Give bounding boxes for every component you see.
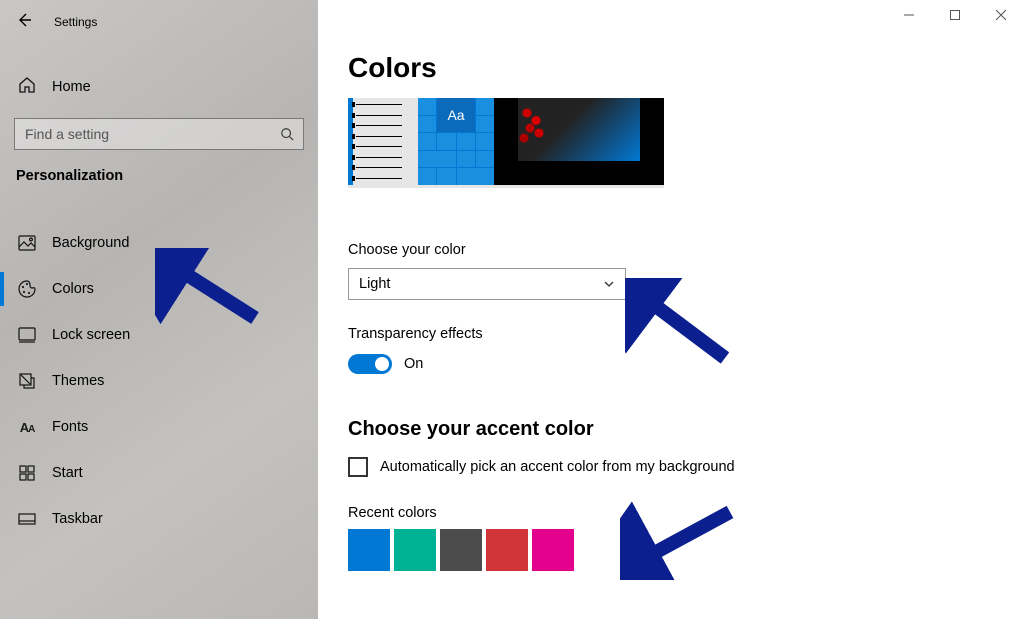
recent-color-swatch[interactable] — [532, 529, 574, 571]
sidebar-item-label: Lock screen — [52, 327, 130, 343]
chevron-down-icon — [603, 278, 615, 290]
minimize-icon — [903, 9, 915, 21]
recent-colors-label: Recent colors — [348, 505, 1000, 521]
preview-start-tiles: Aa — [418, 98, 494, 185]
sidebar-item-label: Background — [52, 235, 129, 251]
recent-color-swatch[interactable] — [440, 529, 482, 571]
recent-colors — [348, 529, 1000, 571]
search-input[interactable] — [14, 118, 304, 150]
image-icon — [18, 234, 36, 252]
lock-screen-icon — [18, 326, 36, 344]
palette-icon — [18, 280, 36, 298]
sidebar: Settings Home Personalization Background… — [0, 0, 318, 619]
sidebar-item-lock-screen[interactable]: Lock screen — [0, 312, 318, 358]
recent-color-swatch[interactable] — [394, 529, 436, 571]
minimize-button[interactable] — [886, 0, 932, 30]
sidebar-nav: Background Colors Lock screen Themes AA … — [0, 192, 318, 542]
sidebar-item-label: Colors — [52, 281, 94, 297]
sidebar-item-fonts[interactable]: AA Fonts — [0, 404, 318, 450]
preview-desktop — [494, 98, 664, 185]
auto-accent-checkbox[interactable] — [348, 457, 368, 477]
fonts-icon: AA — [18, 418, 36, 436]
sidebar-item-label: Start — [52, 465, 83, 481]
close-button[interactable] — [978, 0, 1024, 30]
color-preview: Aa — [348, 98, 664, 188]
sidebar-home[interactable]: Home — [0, 66, 318, 108]
home-label: Home — [52, 79, 91, 95]
sidebar-item-label: Fonts — [52, 419, 88, 435]
content-area: Colors Aa Choose your color Light — [318, 0, 1024, 619]
start-icon — [18, 464, 36, 482]
sidebar-item-label: Taskbar — [52, 511, 103, 527]
sidebar-item-taskbar[interactable]: Taskbar — [0, 496, 318, 542]
accent-title: Choose your accent color — [348, 418, 1000, 441]
color-mode-selected: Light — [359, 276, 390, 292]
page-title: Colors — [348, 52, 1000, 84]
search-wrap — [14, 118, 304, 150]
maximize-icon — [949, 9, 961, 21]
recent-color-swatch[interactable] — [486, 529, 528, 571]
maximize-button[interactable] — [932, 0, 978, 30]
themes-icon — [18, 372, 36, 390]
transparency-state: On — [404, 356, 423, 372]
sidebar-item-background[interactable]: Background — [0, 220, 318, 266]
sidebar-item-colors[interactable]: Colors — [0, 266, 318, 312]
window-controls — [886, 0, 1024, 30]
color-mode-dropdown[interactable]: Light — [348, 268, 626, 300]
close-icon — [995, 9, 1007, 21]
transparency-toggle[interactable] — [348, 354, 392, 374]
sidebar-item-label: Themes — [52, 373, 104, 389]
home-icon — [18, 76, 36, 98]
back-button[interactable] — [16, 12, 32, 32]
sidebar-item-start[interactable]: Start — [0, 450, 318, 496]
recent-color-swatch[interactable] — [348, 529, 390, 571]
section-label: Personalization — [0, 150, 318, 192]
preview-light-panel — [348, 98, 418, 185]
app-title: Settings — [54, 15, 97, 29]
sidebar-item-themes[interactable]: Themes — [0, 358, 318, 404]
taskbar-icon — [18, 510, 36, 528]
back-arrow-icon — [16, 12, 32, 28]
auto-accent-label: Automatically pick an accent color from … — [380, 459, 735, 475]
transparency-label: Transparency effects — [348, 326, 1000, 342]
preview-tile-aa: Aa — [437, 98, 475, 132]
titlebar: Settings — [0, 0, 318, 44]
choose-color-label: Choose your color — [348, 242, 1000, 258]
